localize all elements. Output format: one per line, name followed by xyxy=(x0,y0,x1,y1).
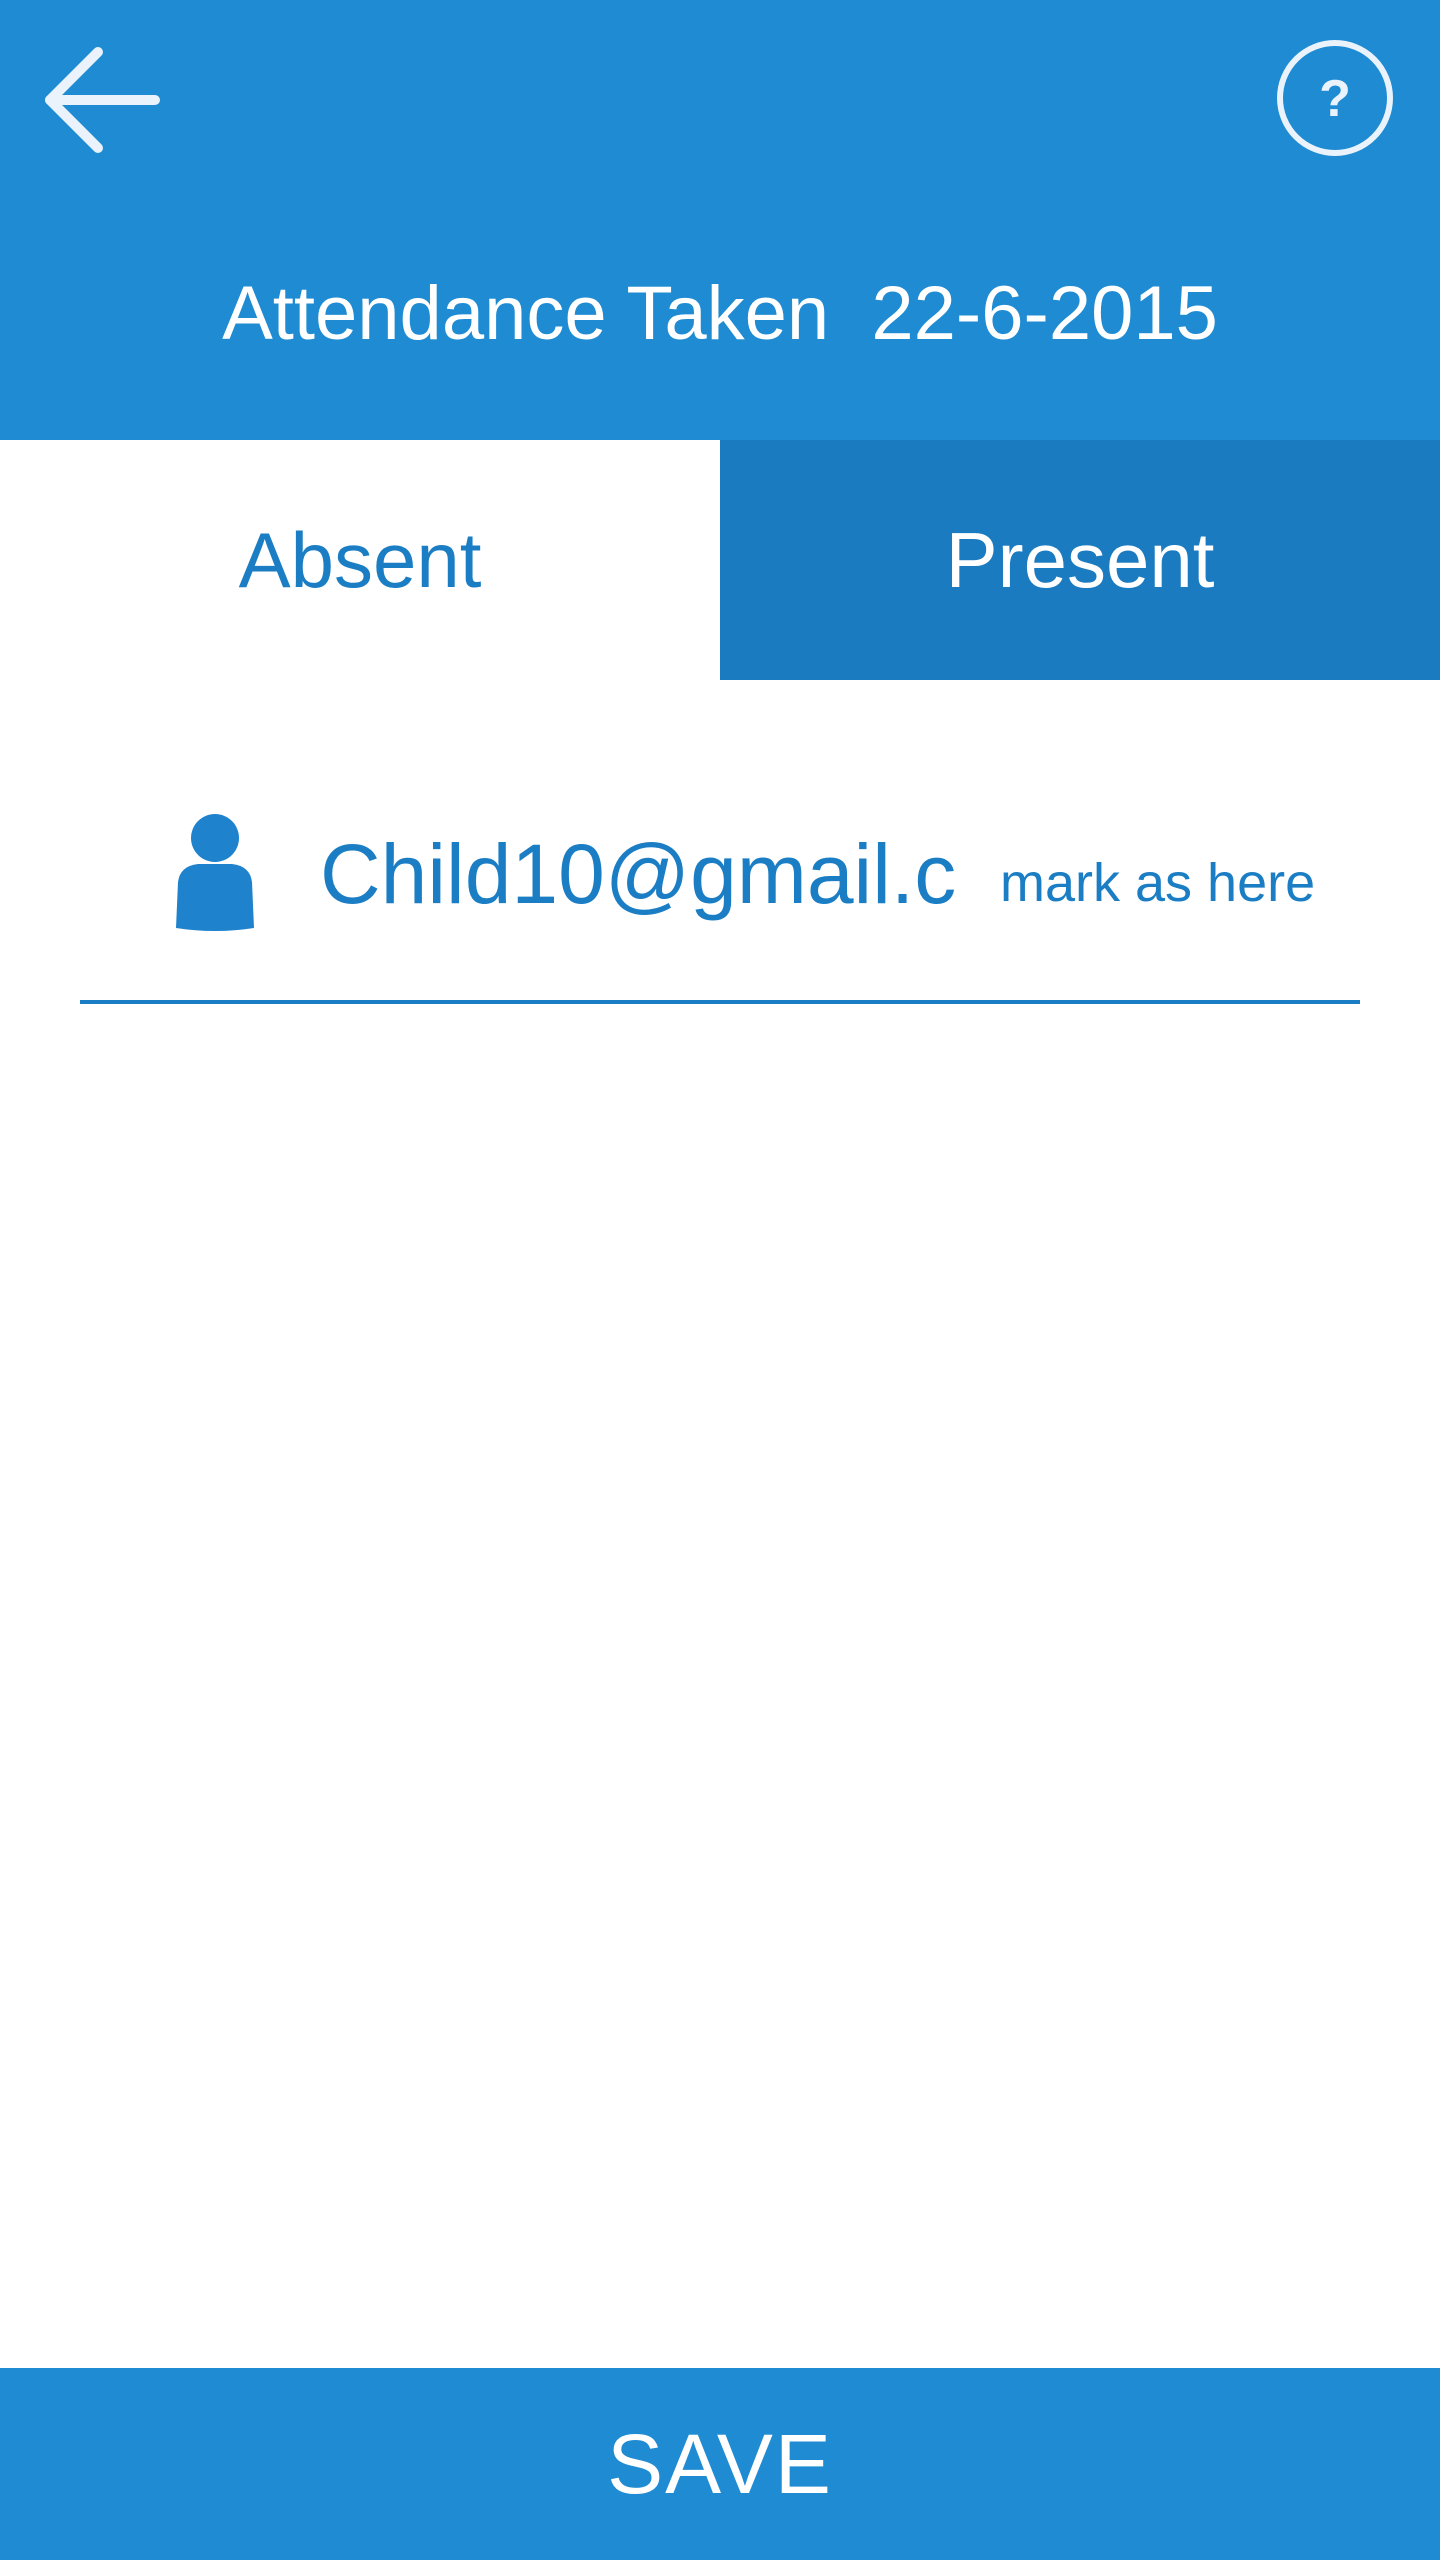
list-item: Child10@gmail.com mark as here xyxy=(80,770,1360,1004)
tab-bar: Absent Present xyxy=(0,440,1440,680)
back-button[interactable] xyxy=(30,30,170,170)
app-header: ? Attendance Taken 22-6-2015 xyxy=(0,0,1440,440)
arrow-left-icon xyxy=(45,47,160,153)
save-button[interactable]: SAVE xyxy=(0,2368,1440,2560)
mark-as-here-button[interactable]: mark as here xyxy=(1000,852,1315,914)
help-button[interactable]: ? xyxy=(1275,38,1395,158)
avatar xyxy=(140,800,290,940)
page-title: Attendance Taken 22-6-2015 xyxy=(222,271,1218,356)
tab-absent[interactable]: Absent xyxy=(0,440,720,680)
help-symbol: ? xyxy=(1319,70,1351,128)
tab-present[interactable]: Present xyxy=(720,440,1440,680)
student-email: Child10@gmail.com xyxy=(320,827,957,954)
help-circle-icon: ? xyxy=(1277,40,1393,156)
person-icon xyxy=(176,814,254,931)
